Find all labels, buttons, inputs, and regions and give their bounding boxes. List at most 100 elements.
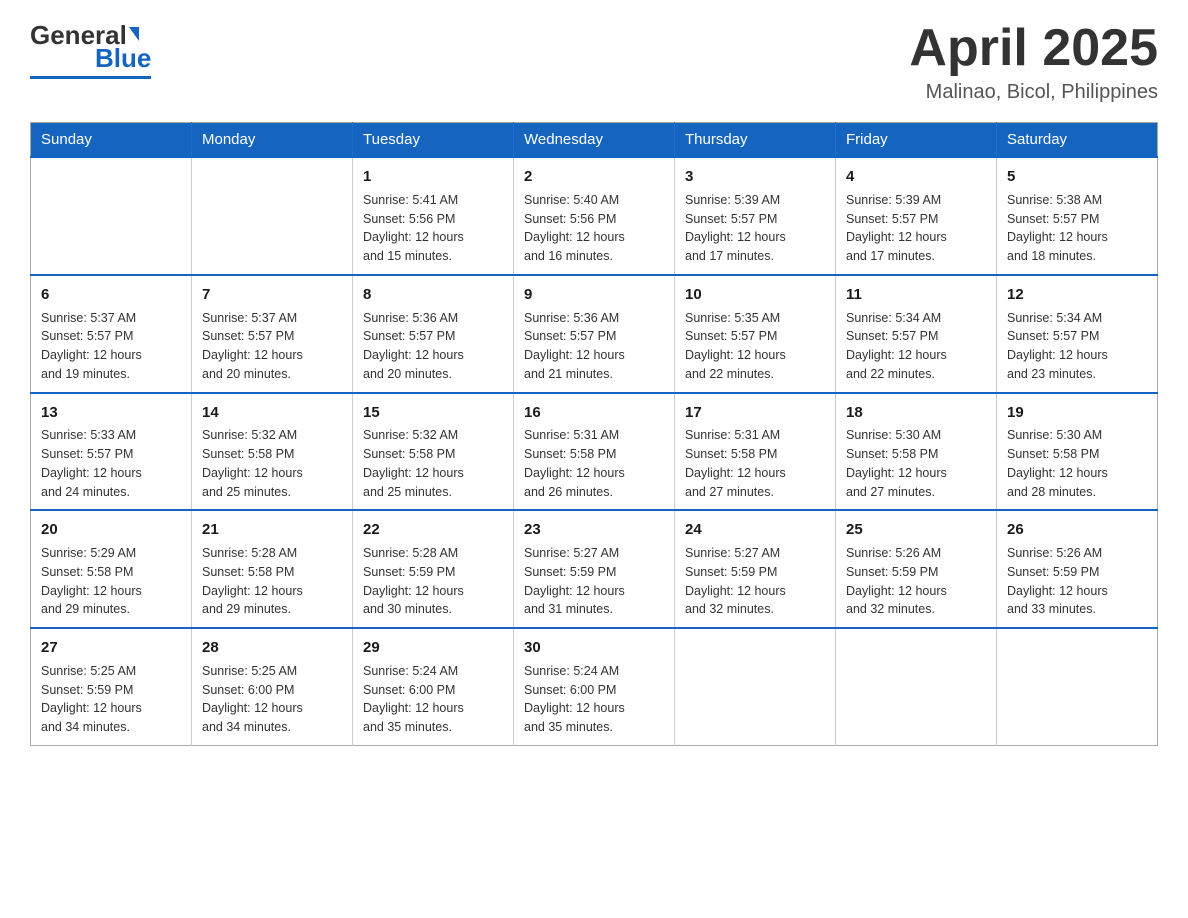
day-info: Sunrise: 5:25 AM Sunset: 5:59 PM Dayligh… <box>41 662 181 737</box>
weekday-header-wednesday: Wednesday <box>514 123 675 158</box>
empty-cell <box>31 157 192 275</box>
empty-cell <box>836 628 997 745</box>
week-row-2: 6Sunrise: 5:37 AM Sunset: 5:57 PM Daylig… <box>31 275 1158 393</box>
day-number: 8 <box>363 284 503 306</box>
day-cell-17: 17Sunrise: 5:31 AM Sunset: 5:58 PM Dayli… <box>675 393 836 511</box>
day-cell-18: 18Sunrise: 5:30 AM Sunset: 5:58 PM Dayli… <box>836 393 997 511</box>
day-info: Sunrise: 5:25 AM Sunset: 6:00 PM Dayligh… <box>202 662 342 737</box>
day-info: Sunrise: 5:31 AM Sunset: 5:58 PM Dayligh… <box>524 426 664 501</box>
day-number: 14 <box>202 402 342 424</box>
location-title: Malinao, Bicol, Philippines <box>909 81 1158 104</box>
day-info: Sunrise: 5:33 AM Sunset: 5:57 PM Dayligh… <box>41 426 181 501</box>
day-info: Sunrise: 5:39 AM Sunset: 5:57 PM Dayligh… <box>685 191 825 266</box>
day-cell-9: 9Sunrise: 5:36 AM Sunset: 5:57 PM Daylig… <box>514 275 675 393</box>
empty-cell <box>675 628 836 745</box>
month-title: April 2025 <box>909 20 1158 77</box>
day-cell-12: 12 Sunrise: 5:34 AM Sunset: 5:57 PM Dayli… <box>997 275 1158 393</box>
day-info: Sunrise: 5:26 AM Sunset: 5:59 PM Dayligh… <box>846 544 986 619</box>
day-info: Sunrise: 5:34 AM Sunset: 5:57 PM Dayligh… <box>1007 309 1147 384</box>
day-number: 26 <box>1007 519 1147 541</box>
logo-underline <box>30 76 151 79</box>
day-cell-28: 28 Sunrise: 5:25 AM Sunset: 6:00 PM Dayli… <box>192 628 353 745</box>
day-info: Sunrise: 5:28 AM Sunset: 5:58 PM Dayligh… <box>202 544 342 619</box>
day-info: Sunrise: 5:26 AM Sunset: 5:59 PM Dayligh… <box>1007 544 1147 619</box>
day-cell-16: 16Sunrise: 5:31 AM Sunset: 5:58 PM Dayli… <box>514 393 675 511</box>
day-info: Sunrise: 5:28 AM Sunset: 5:59 PM Dayligh… <box>363 544 503 619</box>
day-info: Sunrise: 5:36 AM Sunset: 5:57 PM Dayligh… <box>363 309 503 384</box>
day-cell-6: 6Sunrise: 5:37 AM Sunset: 5:57 PM Daylig… <box>31 275 192 393</box>
logo-blue-text: Blue <box>95 43 151 74</box>
day-info: Sunrise: 5:27 AM Sunset: 5:59 PM Dayligh… <box>524 544 664 619</box>
day-number: 25 <box>846 519 986 541</box>
day-cell-20: 20Sunrise: 5:29 AM Sunset: 5:58 PM Dayli… <box>31 510 192 628</box>
day-cell-2: 2 Sunrise: 5:40 AM Sunset: 5:56 PM Daylig… <box>514 157 675 275</box>
day-info: Sunrise: 5:40 AM Sunset: 5:56 PM Dayligh… <box>524 191 664 266</box>
day-cell-26: 26 Sunrise: 5:26 AM Sunset: 5:59 PM Dayli… <box>997 510 1158 628</box>
day-info: Sunrise: 5:32 AM Sunset: 5:58 PM Dayligh… <box>363 426 503 501</box>
week-row-4: 20Sunrise: 5:29 AM Sunset: 5:58 PM Dayli… <box>31 510 1158 628</box>
day-info: Sunrise: 5:24 AM Sunset: 6:00 PM Dayligh… <box>524 662 664 737</box>
day-info: Sunrise: 5:32 AM Sunset: 5:58 PM Dayligh… <box>202 426 342 501</box>
weekday-header-row: SundayMondayTuesdayWednesdayThursdayFrid… <box>31 123 1158 158</box>
day-cell-23: 23Sunrise: 5:27 AM Sunset: 5:59 PM Dayli… <box>514 510 675 628</box>
day-number: 28 <box>202 637 342 659</box>
day-cell-11: 11Sunrise: 5:34 AM Sunset: 5:57 PM Dayli… <box>836 275 997 393</box>
day-number: 12 <box>1007 284 1147 306</box>
day-cell-8: 8 Sunrise: 5:36 AM Sunset: 5:57 PM Daylig… <box>353 275 514 393</box>
day-info: Sunrise: 5:31 AM Sunset: 5:58 PM Dayligh… <box>685 426 825 501</box>
weekday-header-thursday: Thursday <box>675 123 836 158</box>
logo-triangle-icon <box>129 27 139 41</box>
day-cell-3: 3 Sunrise: 5:39 AM Sunset: 5:57 PM Daylig… <box>675 157 836 275</box>
day-cell-4: 4 Sunrise: 5:39 AM Sunset: 5:57 PM Daylig… <box>836 157 997 275</box>
title-area: April 2025 Malinao, Bicol, Philippines <box>909 20 1158 104</box>
day-number: 18 <box>846 402 986 424</box>
day-cell-22: 22 Sunrise: 5:28 AM Sunset: 5:59 PM Dayli… <box>353 510 514 628</box>
weekday-header-saturday: Saturday <box>997 123 1158 158</box>
day-number: 27 <box>41 637 181 659</box>
day-number: 5 <box>1007 166 1147 188</box>
day-cell-25: 25 Sunrise: 5:26 AM Sunset: 5:59 PM Dayli… <box>836 510 997 628</box>
weekday-header-tuesday: Tuesday <box>353 123 514 158</box>
day-info: Sunrise: 5:38 AM Sunset: 5:57 PM Dayligh… <box>1007 191 1147 266</box>
day-number: 16 <box>524 402 664 424</box>
calendar-table: SundayMondayTuesdayWednesdayThursdayFrid… <box>30 122 1158 746</box>
header: General Blue April 2025 Malinao, Bicol, … <box>30 20 1158 104</box>
day-info: Sunrise: 5:27 AM Sunset: 5:59 PM Dayligh… <box>685 544 825 619</box>
day-number: 15 <box>363 402 503 424</box>
day-cell-5: 5 Sunrise: 5:38 AM Sunset: 5:57 PM Daylig… <box>997 157 1158 275</box>
week-row-1: 1 Sunrise: 5:41 AM Sunset: 5:56 PM Daylig… <box>31 157 1158 275</box>
day-cell-29: 29 Sunrise: 5:24 AM Sunset: 6:00 PM Dayli… <box>353 628 514 745</box>
day-info: Sunrise: 5:37 AM Sunset: 5:57 PM Dayligh… <box>202 309 342 384</box>
day-info: Sunrise: 5:36 AM Sunset: 5:57 PM Dayligh… <box>524 309 664 384</box>
day-info: Sunrise: 5:39 AM Sunset: 5:57 PM Dayligh… <box>846 191 986 266</box>
day-info: Sunrise: 5:35 AM Sunset: 5:57 PM Dayligh… <box>685 309 825 384</box>
day-cell-30: 30Sunrise: 5:24 AM Sunset: 6:00 PM Dayli… <box>514 628 675 745</box>
empty-cell <box>997 628 1158 745</box>
day-number: 4 <box>846 166 986 188</box>
day-info: Sunrise: 5:30 AM Sunset: 5:58 PM Dayligh… <box>1007 426 1147 501</box>
day-number: 22 <box>363 519 503 541</box>
day-info: Sunrise: 5:37 AM Sunset: 5:57 PM Dayligh… <box>41 309 181 384</box>
day-number: 3 <box>685 166 825 188</box>
day-cell-21: 21Sunrise: 5:28 AM Sunset: 5:58 PM Dayli… <box>192 510 353 628</box>
weekday-header-monday: Monday <box>192 123 353 158</box>
day-number: 13 <box>41 402 181 424</box>
day-number: 1 <box>363 166 503 188</box>
empty-cell <box>192 157 353 275</box>
weekday-header-friday: Friday <box>836 123 997 158</box>
day-number: 17 <box>685 402 825 424</box>
day-info: Sunrise: 5:30 AM Sunset: 5:58 PM Dayligh… <box>846 426 986 501</box>
weekday-header-sunday: Sunday <box>31 123 192 158</box>
day-number: 2 <box>524 166 664 188</box>
day-cell-15: 15Sunrise: 5:32 AM Sunset: 5:58 PM Dayli… <box>353 393 514 511</box>
day-cell-14: 14Sunrise: 5:32 AM Sunset: 5:58 PM Dayli… <box>192 393 353 511</box>
day-info: Sunrise: 5:24 AM Sunset: 6:00 PM Dayligh… <box>363 662 503 737</box>
day-cell-10: 10Sunrise: 5:35 AM Sunset: 5:57 PM Dayli… <box>675 275 836 393</box>
day-number: 19 <box>1007 402 1147 424</box>
day-cell-1: 1 Sunrise: 5:41 AM Sunset: 5:56 PM Daylig… <box>353 157 514 275</box>
day-cell-24: 24Sunrise: 5:27 AM Sunset: 5:59 PM Dayli… <box>675 510 836 628</box>
day-cell-13: 13Sunrise: 5:33 AM Sunset: 5:57 PM Dayli… <box>31 393 192 511</box>
day-info: Sunrise: 5:41 AM Sunset: 5:56 PM Dayligh… <box>363 191 503 266</box>
day-number: 29 <box>363 637 503 659</box>
day-info: Sunrise: 5:29 AM Sunset: 5:58 PM Dayligh… <box>41 544 181 619</box>
